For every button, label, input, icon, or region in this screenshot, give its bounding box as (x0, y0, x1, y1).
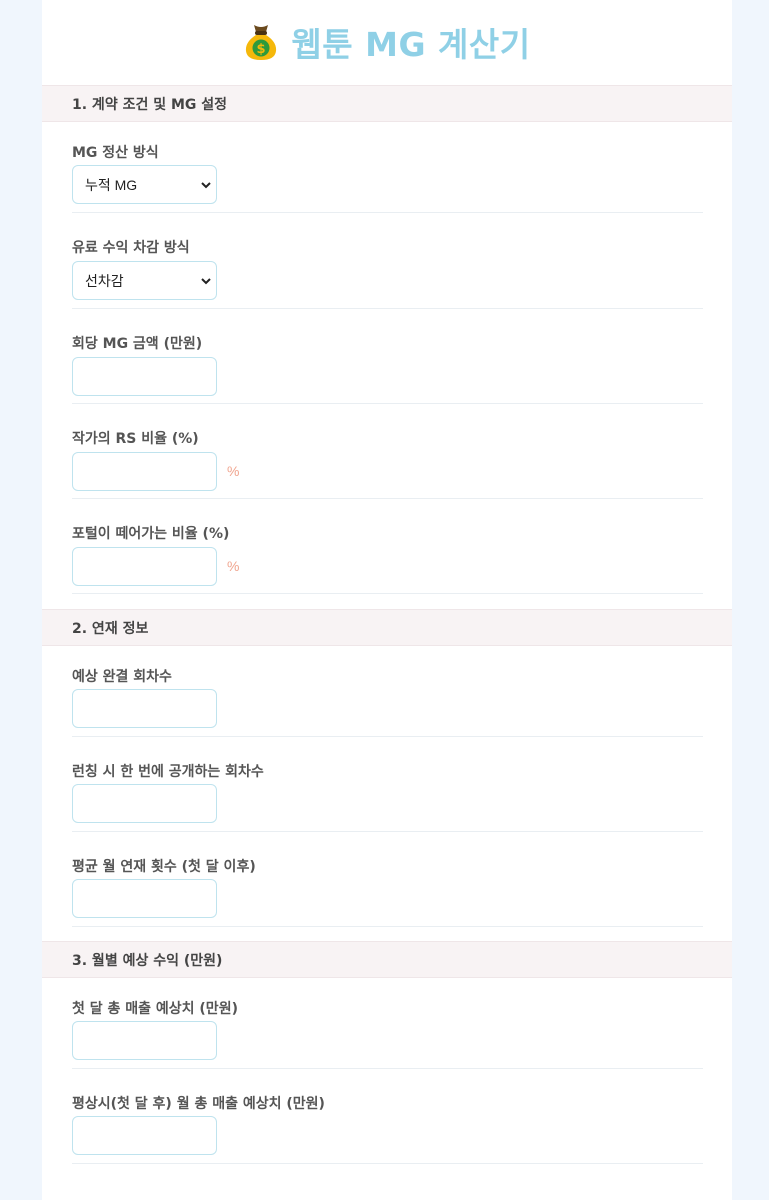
chevron-down-icon (201, 278, 211, 285)
field-mg-per-episode: 회당 MG 금액 (만원) (72, 309, 703, 404)
field-launch-episodes: 런칭 시 한 번에 공개하는 회차수 (72, 737, 703, 832)
page-title: 웹툰 MG 계산기 (291, 25, 531, 64)
mg-per-episode-input[interactable] (72, 357, 217, 396)
author-rs-input[interactable] (72, 452, 217, 491)
field-monthly-sales: 평상시(첫 달 후) 월 총 매출 예상치 (만원) (72, 1069, 703, 1164)
paid-deduction-value: 선차감 (85, 272, 124, 289)
field-author-rs: 작가의 RS 비율 (%) % (72, 404, 703, 499)
section-header-serial: 2. 연재 정보 (42, 609, 732, 646)
first-month-sales-input[interactable] (72, 1021, 217, 1060)
mg-method-label: MG 정산 방식 (72, 145, 159, 161)
portal-rate-label: 포털이 떼어가는 비율 (%) (72, 526, 230, 542)
monthly-sales-input[interactable] (72, 1116, 217, 1155)
mg-method-value: 누적 MG (85, 176, 138, 193)
portal-rate-unit: % (227, 558, 240, 574)
author-rs-unit: % (227, 463, 240, 479)
chevron-down-icon (201, 182, 211, 189)
launch-episodes-label: 런칭 시 한 번에 공개하는 회차수 (72, 764, 264, 780)
field-total-episodes: 예상 완결 회차수 (72, 646, 703, 737)
field-mg-method: MG 정산 방식 누적 MG (72, 122, 703, 213)
field-portal-rate: 포털이 떼어가는 비율 (%) % (72, 499, 703, 594)
monthly-sales-label: 평상시(첫 달 후) 월 총 매출 예상치 (만원) (72, 1096, 325, 1112)
calculator-card: $ 웹툰 MG 계산기 1. 계약 조건 및 MG 설정 MG 정산 방식 누적… (42, 0, 732, 1200)
section-header-contract: 1. 계약 조건 및 MG 설정 (42, 85, 732, 122)
paid-deduction-label: 유료 수익 차감 방식 (72, 240, 190, 256)
author-rs-label: 작가의 RS 비율 (%) (72, 431, 199, 447)
total-episodes-input[interactable] (72, 689, 217, 728)
money-bag-icon: $ (243, 22, 279, 62)
field-first-month-sales: 첫 달 총 매출 예상치 (만원) (72, 978, 703, 1069)
paid-deduction-select[interactable]: 선차감 (72, 261, 217, 300)
monthly-episodes-label: 평균 월 연재 횟수 (첫 달 이후) (72, 859, 256, 875)
monthly-episodes-input[interactable] (72, 879, 217, 918)
first-month-sales-label: 첫 달 총 매출 예상치 (만원) (72, 1001, 238, 1017)
launch-episodes-input[interactable] (72, 784, 217, 823)
section-header-revenue: 3. 월별 예상 수익 (만원) (42, 941, 732, 978)
field-monthly-episodes: 평균 월 연재 횟수 (첫 달 이후) (72, 832, 703, 927)
mg-method-select[interactable]: 누적 MG (72, 165, 217, 204)
field-paid-deduction: 유료 수익 차감 방식 선차감 (72, 213, 703, 309)
mg-per-episode-label: 회당 MG 금액 (만원) (72, 336, 203, 352)
header: $ 웹툰 MG 계산기 (42, 0, 732, 84)
total-episodes-label: 예상 완결 회차수 (72, 669, 172, 685)
svg-text:$: $ (257, 42, 266, 57)
portal-rate-input[interactable] (72, 547, 217, 586)
